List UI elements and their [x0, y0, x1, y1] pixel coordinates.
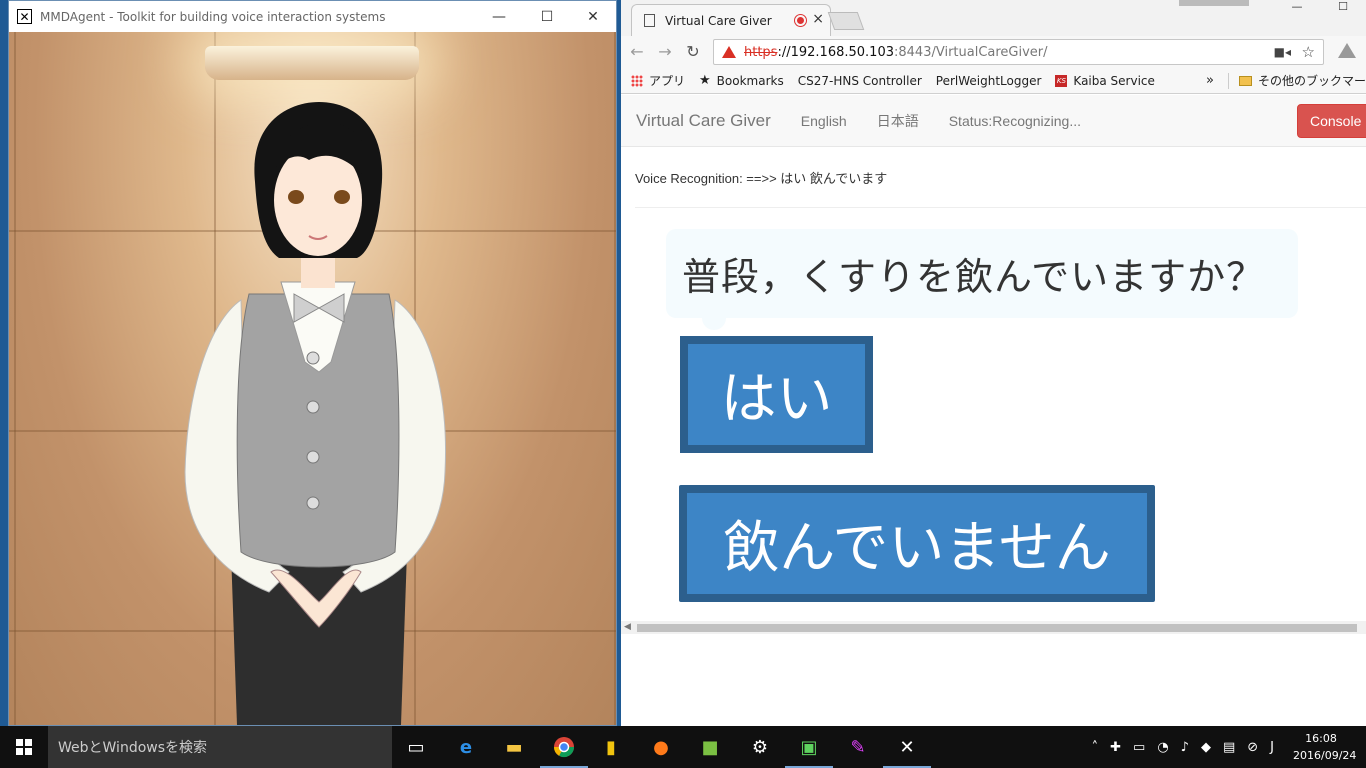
- taskbar-search-placeholder: WebとWindowsを検索: [58, 740, 208, 756]
- chrome-window: Virtual Care Giver × — ☐ ← → ↻ https://1…: [621, 0, 1366, 726]
- edge-icon[interactable]: e: [454, 735, 478, 759]
- maximize-button[interactable]: ☐: [524, 1, 570, 32]
- bookmarks-overflow-button[interactable]: »: [1206, 73, 1214, 88]
- windows-logo-icon: [16, 739, 32, 755]
- url-scheme: https: [744, 44, 778, 60]
- divider: [635, 207, 1366, 208]
- dropbox-icon[interactable]: ◆: [1201, 740, 1211, 755]
- mmdagent-title: MMDAgent - Toolkit for building voice in…: [40, 9, 386, 24]
- horizontal-scrollbar[interactable]: ◀: [621, 621, 1366, 634]
- url-host: ://192.168.50.103: [777, 44, 894, 60]
- minimize-button[interactable]: —: [476, 1, 522, 32]
- tab-strip: Virtual Care Giver × — ☐: [621, 0, 1366, 36]
- recording-indicator-icon: [795, 15, 806, 26]
- agent-3d-scene: [9, 32, 616, 725]
- forward-button[interactable]: →: [655, 42, 675, 62]
- bookmark-label: PerlWeightLogger: [935, 73, 1042, 88]
- browser-minimize-button[interactable]: —: [1274, 0, 1320, 14]
- ks-icon: KS: [1055, 74, 1068, 87]
- new-tab-button[interactable]: [827, 12, 865, 30]
- blocked-icon[interactable]: ⊘: [1247, 740, 1258, 755]
- virtual-agent-character: [184, 102, 446, 725]
- app-wand-icon[interactable]: ✎: [846, 735, 870, 759]
- question-bubble: 普段，くすりを飲んでいますか？: [666, 229, 1298, 330]
- app-brand[interactable]: Virtual Care Giver: [636, 111, 771, 131]
- mmdagent-titlebar: ✕ MMDAgent - Toolkit for building voice …: [9, 1, 616, 32]
- mmdagent-window: ✕ MMDAgent - Toolkit for building voice …: [8, 0, 617, 726]
- clock-date: 2016/09/24: [1293, 749, 1357, 762]
- terminal-icon[interactable]: ▣: [785, 735, 833, 768]
- message-icon[interactable]: ▤: [1223, 740, 1235, 755]
- not-secure-warning-icon[interactable]: [722, 46, 736, 58]
- console-button[interactable]: Console: [1297, 104, 1366, 138]
- battery-icon[interactable]: ▭: [1133, 740, 1145, 755]
- url-path: :8443/VirtualCareGiver/: [894, 44, 1048, 60]
- tray-expand-icon[interactable]: ˄: [1092, 740, 1099, 755]
- bookmark-label: アプリ: [649, 74, 686, 88]
- taskbar-clock[interactable]: 16:08 2016/09/24: [1293, 730, 1357, 764]
- voice-recognition-result: Voice Recognition: ==>> はい 飲んでいます: [635, 171, 888, 186]
- other-bookmarks-label: その他のブックマー: [1257, 74, 1366, 88]
- browser-toolbar: ← → ↻ https://192.168.50.103:8443/Virtua…: [621, 36, 1366, 68]
- camera-icon[interactable]: ■◂: [1274, 45, 1291, 59]
- bookmarks-separator: [1227, 72, 1229, 89]
- bookmark-kaiba-service[interactable]: KS Kaiba Service: [1055, 73, 1155, 88]
- folder-icon: [1238, 75, 1252, 86]
- sticky-notes-icon[interactable]: ▮: [599, 735, 623, 759]
- bookmark-star-icon[interactable]: ☆: [1302, 43, 1315, 61]
- bookmarks-bar: アプリ ★ Bookmarks CS27-HNS Controller Perl…: [621, 68, 1366, 176]
- evernote-icon[interactable]: ■: [698, 735, 722, 759]
- bookmark-perlweightlogger[interactable]: PerlWeightLogger: [621, 73, 1042, 176]
- bookmark-label: CS27-HNS Controller: [797, 73, 922, 88]
- scrollbar-thumb[interactable]: [637, 624, 1357, 632]
- profile-chip[interactable]: [1179, 0, 1249, 6]
- answer-no-button[interactable]: 飲んでいません: [679, 485, 1155, 602]
- tab-close-button[interactable]: ×: [812, 11, 824, 27]
- reload-button[interactable]: ↻: [683, 42, 703, 62]
- wifi-icon[interactable]: ◔: [1157, 740, 1168, 755]
- clock-time: 16:08: [1305, 732, 1337, 745]
- chrome-icon[interactable]: [540, 735, 588, 768]
- app-navbar: Virtual Care Giver English 日本語 Status:Re…: [621, 95, 1366, 147]
- scroll-left-icon[interactable]: ◀: [624, 622, 631, 632]
- ime-icon[interactable]: J: [1270, 740, 1274, 755]
- mmdagent-taskbar-icon[interactable]: ✕: [883, 735, 931, 768]
- drive-extension-icon[interactable]: [1338, 43, 1356, 58]
- taskbar-search[interactable]: WebとWindowsを検索: [48, 726, 392, 768]
- start-button[interactable]: [0, 726, 48, 768]
- star-icon: ★: [699, 73, 711, 88]
- question-text: 普段，くすりを飲んでいますか？: [682, 255, 1266, 299]
- apps-grid-icon: [631, 74, 643, 87]
- bookmark-cs27-hns-controller[interactable]: CS27-HNS Controller: [621, 73, 922, 176]
- bookmark-label: Kaiba Service: [1073, 73, 1155, 88]
- nav-japanese[interactable]: 日本語: [877, 111, 919, 131]
- page-icon: [644, 14, 655, 27]
- pin-icon[interactable]: ✚: [1110, 740, 1121, 755]
- bookmark-apps[interactable]: アプリ: [631, 72, 685, 89]
- volume-icon[interactable]: ♪: [1181, 740, 1189, 755]
- task-view-icon[interactable]: ▭: [404, 735, 428, 759]
- bookmark-label: Bookmarks: [716, 73, 784, 88]
- tab-title: Virtual Care Giver: [665, 13, 772, 28]
- address-bar[interactable]: https://192.168.50.103:8443/VirtualCareG…: [713, 39, 1324, 65]
- mmdagent-app-icon: ✕: [17, 9, 32, 24]
- back-button[interactable]: ←: [627, 42, 647, 62]
- answer-yes-button[interactable]: はい: [680, 336, 873, 453]
- firefox-icon[interactable]: ●: [649, 735, 673, 759]
- status-text: Status:Recognizing...: [948, 112, 1082, 129]
- other-bookmarks-folder[interactable]: その他のブックマー: [1238, 72, 1366, 89]
- nav-english[interactable]: English: [801, 113, 847, 129]
- windows-taskbar: WebとWindowsを検索 ▭ e ▬ ▮ ● ■ ⚙ ▣ ✎ ✕ ˄ ✚ ▭…: [0, 726, 1366, 768]
- settings-gear-icon[interactable]: ⚙: [748, 735, 772, 759]
- browser-window-controls: — ☐: [1274, 0, 1366, 14]
- system-tray: ˄ ✚ ▭ ◔ ♪ ◆ ▤ ⊘ J: [1092, 726, 1286, 768]
- close-button[interactable]: ✕: [570, 1, 616, 32]
- tab-virtual-care-giver[interactable]: Virtual Care Giver ×: [631, 4, 831, 36]
- bubble-tail: [702, 316, 726, 330]
- bookmark-bookmarks[interactable]: ★ Bookmarks: [699, 73, 784, 88]
- browser-maximize-button[interactable]: ☐: [1320, 0, 1366, 14]
- file-explorer-icon[interactable]: ▬: [502, 735, 526, 759]
